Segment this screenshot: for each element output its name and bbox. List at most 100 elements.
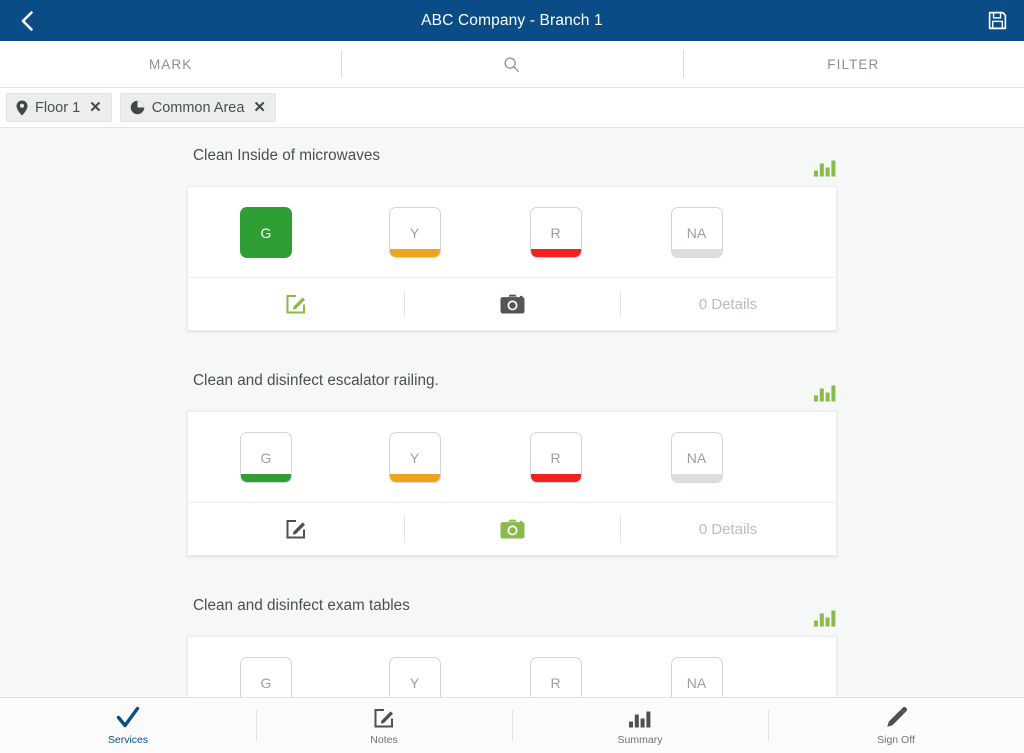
chip-remove-icon[interactable]: ✕ (89, 100, 102, 115)
mark-button[interactable]: MARK (0, 41, 341, 87)
rating-button-y[interactable]: Y (388, 432, 441, 483)
rating-button-label: R (550, 674, 561, 691)
rating-cell: R (485, 432, 626, 483)
question-title: Clean and disinfect exam tables (193, 597, 410, 614)
rating-color-bar (389, 474, 440, 482)
pencil-icon (884, 705, 908, 731)
question-chart-button[interactable] (814, 383, 836, 411)
rating-button-label: Y (409, 449, 420, 466)
rating-button-label: NA (686, 224, 707, 241)
check-icon (116, 705, 140, 731)
nav-item-sign-off[interactable]: Sign Off (768, 698, 1024, 753)
search-button[interactable] (341, 41, 682, 87)
save-floppy-icon (988, 11, 1006, 30)
rating-button-label: R (550, 224, 561, 241)
rating-cell: G (188, 432, 344, 483)
rating-button-group: G Y R NA (188, 187, 836, 277)
question-chart-button[interactable] (814, 608, 836, 636)
save-button[interactable] (982, 6, 1012, 36)
question-card: G Y R NA 0 Details (187, 411, 837, 556)
action-toolbar: MARK FILTER (0, 41, 1024, 88)
rating-cell: NA (626, 432, 767, 483)
nav-item-notes[interactable]: Notes (256, 698, 512, 753)
rating-color-bar (389, 249, 440, 257)
chip-floor-1[interactable]: Floor 1 ✕ (6, 93, 112, 122)
question-header: Clean Inside of microwaves (187, 144, 837, 186)
nav-item-label: Services (107, 734, 149, 746)
rating-button-r[interactable]: R (529, 207, 582, 258)
pencil-icon (887, 707, 907, 727)
rating-cell: R (485, 207, 626, 258)
rating-button-label: Y (409, 224, 420, 241)
rating-button-na[interactable]: NA (670, 657, 723, 697)
pie-chart-icon (130, 100, 144, 115)
question-block: Clean and disinfect exam tablesGYRNA0 De… (0, 594, 1024, 697)
rating-button-label: NA (686, 674, 707, 691)
bar-chart-icon (814, 610, 836, 627)
bottom-navigation: Services Notes Summary Sign Off (0, 697, 1024, 753)
rating-button-g[interactable]: G (240, 432, 292, 483)
rating-button-y[interactable]: Y (388, 207, 441, 258)
rating-button-r[interactable]: R (529, 657, 582, 697)
nav-item-label: Notes (370, 734, 398, 746)
edit-note-icon (286, 520, 305, 539)
nav-item-services[interactable]: Services (0, 698, 256, 753)
rating-button-group: G Y R NA (188, 412, 836, 502)
camera-icon (500, 519, 524, 539)
chevron-left-icon (21, 10, 33, 31)
rating-cell: R (485, 657, 626, 697)
rating-button-na[interactable]: NA (670, 432, 723, 483)
bar-chart-icon (814, 385, 836, 402)
active-filter-chips: Floor 1 ✕ Common Area ✕ (0, 88, 1024, 128)
edit-note-icon (374, 709, 393, 728)
rating-button-y[interactable]: Y (388, 657, 441, 697)
details-button[interactable]: 0 Details (620, 278, 836, 330)
bar-chart-icon (814, 160, 836, 177)
card-action-row: 0 Details (188, 502, 836, 555)
details-count-label: 0 Details (698, 520, 758, 538)
question-title: Clean Inside of microwaves (193, 147, 381, 164)
rating-button-na[interactable]: NA (670, 207, 723, 258)
question-block: Clean and disinfect escalator railing. G Y… (0, 369, 1024, 556)
camera-button[interactable] (404, 278, 620, 330)
page-title: ABC Company - Branch 1 (421, 11, 603, 29)
title-bar: ABC Company - Branch 1 (0, 0, 1024, 41)
question-card: GYRNA0 Details (187, 636, 837, 697)
rating-button-r[interactable]: R (529, 432, 582, 483)
rating-button-label: G (260, 224, 272, 241)
nav-item-label: Sign Off (877, 734, 915, 746)
question-header: Clean and disinfect exam tables (187, 594, 837, 636)
back-button[interactable] (12, 6, 42, 36)
rating-color-bar (530, 474, 581, 482)
note-button[interactable] (188, 503, 404, 555)
edit-note-icon (372, 705, 396, 731)
rating-cell: G (188, 207, 344, 258)
camera-icon (500, 294, 524, 314)
app-root: ABC Company - Branch 1 MARK FILTER Floor… (0, 0, 1024, 753)
question-block: Clean Inside of microwaves G Y R NA 0 Details (0, 144, 1024, 331)
rating-cell: Y (344, 432, 485, 483)
rating-color-bar (241, 474, 291, 482)
chip-common-area[interactable]: Common Area ✕ (119, 93, 276, 122)
rating-cell: Y (344, 657, 485, 697)
question-list[interactable]: Clean Inside of microwaves G Y R NA 0 Details… (0, 128, 1024, 697)
question-header: Clean and disinfect escalator railing. (187, 369, 837, 411)
rating-button-label: G (260, 674, 272, 691)
bar-chart-icon (629, 705, 651, 731)
rating-color-bar (530, 249, 581, 257)
camera-button[interactable] (404, 503, 620, 555)
question-title: Clean and disinfect escalator railing. (193, 372, 439, 389)
nav-item-summary[interactable]: Summary (512, 698, 768, 753)
rating-button-g[interactable]: G (240, 657, 292, 697)
rating-button-g[interactable]: G (240, 207, 292, 258)
details-button[interactable]: 0 Details (620, 503, 836, 555)
check-icon (116, 706, 140, 728)
bar-chart-icon (629, 711, 651, 727)
nav-item-label: Summary (617, 734, 663, 746)
search-icon (504, 56, 520, 72)
rating-button-label: G (260, 449, 272, 466)
question-chart-button[interactable] (814, 158, 836, 186)
filter-button[interactable]: FILTER (682, 41, 1024, 87)
chip-remove-icon[interactable]: ✕ (253, 100, 266, 115)
note-button[interactable] (188, 278, 404, 330)
